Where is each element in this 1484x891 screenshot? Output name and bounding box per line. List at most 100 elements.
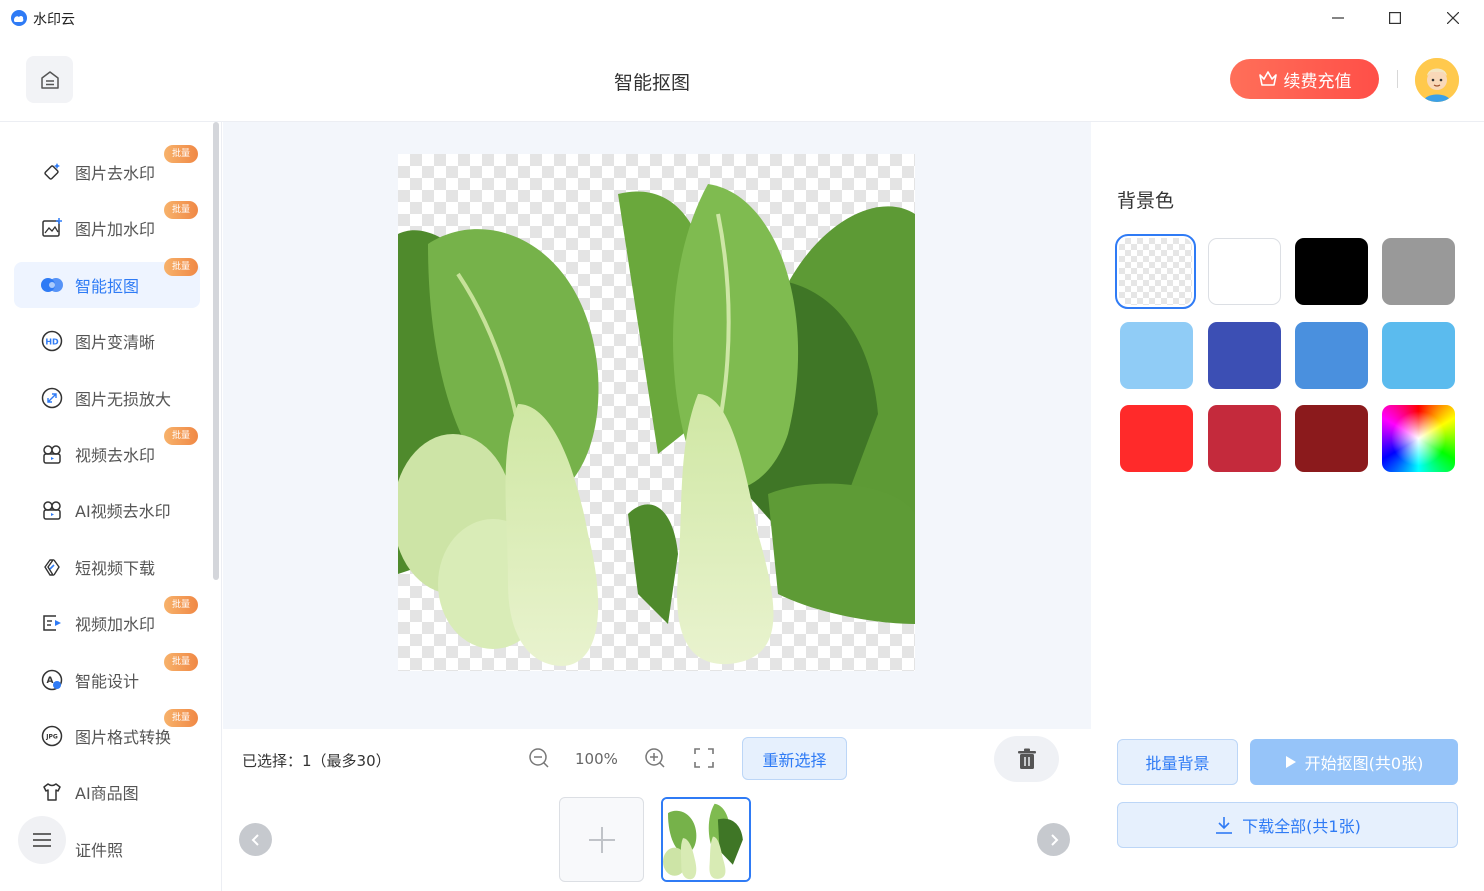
- shirt-icon: [40, 780, 64, 804]
- sidebar-item-label: 视频去水印: [75, 446, 156, 465]
- sidebar-item-upscale[interactable]: 图片无损放大: [14, 375, 200, 421]
- batch-badge: 批量: [164, 427, 199, 445]
- avatar[interactable]: [1415, 58, 1459, 102]
- sidebar-item-smart-design[interactable]: A 智能设计 批量: [14, 653, 200, 703]
- image-thumbnail[interactable]: [661, 797, 751, 882]
- swatch-sky-blue[interactable]: [1382, 322, 1455, 389]
- preview-canvas: [223, 122, 1091, 729]
- swatch-indigo[interactable]: [1208, 322, 1281, 389]
- next-image-button[interactable]: [1037, 823, 1070, 856]
- minimize-icon: [1332, 17, 1344, 19]
- sidebar-item-short-video-download[interactable]: 短视频下载: [14, 544, 200, 590]
- title-bar: 水印云: [0, 0, 1484, 36]
- image-add-icon: [40, 216, 64, 240]
- swatch-blue[interactable]: [1295, 322, 1368, 389]
- video-eraser-icon: [40, 442, 64, 466]
- eraser-icon: [40, 160, 64, 184]
- svg-text:A: A: [47, 676, 54, 686]
- collapse-menu-button[interactable]: [18, 816, 66, 864]
- sidebar-item-label: 图片加水印: [75, 220, 156, 239]
- recharge-label: 续费充值: [1283, 71, 1352, 92]
- batch-badge: 批量: [164, 145, 199, 163]
- swatch-white[interactable]: [1208, 238, 1281, 305]
- sidebar-item-label: 智能设计: [75, 672, 140, 691]
- thumbnail-image: [663, 799, 749, 880]
- hd-icon: HD: [40, 329, 64, 353]
- start-cutout-button[interactable]: 开始抠图(共0张): [1250, 739, 1458, 785]
- swatch-gray[interactable]: [1382, 238, 1455, 305]
- fullscreen-icon: [694, 748, 714, 768]
- reselect-button[interactable]: 重新选择: [742, 737, 847, 780]
- sidebar-item-label: 图片格式转换: [75, 728, 172, 747]
- delete-button[interactable]: [994, 736, 1059, 782]
- avatar-image: [1415, 58, 1459, 102]
- batch-background-button[interactable]: 批量背景: [1117, 739, 1238, 785]
- sidebar-item-format-convert[interactable]: JPG 图片格式转换 批量: [14, 709, 200, 759]
- swatch-dark-red[interactable]: [1295, 405, 1368, 472]
- swatch-transparent[interactable]: [1115, 234, 1196, 309]
- zoom-out-button[interactable]: [526, 745, 552, 771]
- prev-image-button[interactable]: [239, 823, 272, 856]
- sidebar-item-add-watermark[interactable]: 图片加水印 批量: [14, 201, 200, 251]
- chevron-right-icon: [1050, 833, 1058, 846]
- zoom-in-button[interactable]: [642, 745, 668, 771]
- sidebar-item-label: 图片无损放大: [75, 390, 172, 409]
- sidebar-item-label: AI视频去水印: [75, 502, 171, 521]
- minimize-button[interactable]: [1309, 0, 1367, 36]
- cutout-icon: [40, 273, 64, 297]
- maximize-icon: [1389, 12, 1401, 24]
- download-all-button[interactable]: 下载全部(共1张): [1117, 802, 1458, 848]
- zoom-level: 100%: [575, 750, 618, 768]
- sidebar-item-ai-video-remove-watermark[interactable]: AI视频去水印: [14, 487, 200, 533]
- sidebar-item-remove-watermark[interactable]: 图片去水印 批量: [14, 145, 200, 195]
- batch-badge: 批量: [164, 653, 199, 671]
- sidebar-item-label: 智能抠图: [75, 277, 140, 296]
- start-cutout-label: 开始抠图(共0张): [1304, 754, 1424, 773]
- zoom-out-icon: [529, 748, 549, 768]
- swatch-red[interactable]: [1120, 405, 1193, 472]
- crown-icon: [1258, 71, 1277, 86]
- design-icon: A: [40, 668, 64, 692]
- sidebar-item-smart-cutout[interactable]: 智能抠图 批量: [14, 258, 200, 308]
- app-logo-icon: [11, 10, 27, 26]
- sidebar-item-label: 图片去水印: [75, 164, 156, 183]
- background-color-title: 背景色: [1117, 190, 1175, 212]
- svg-text:JPG: JPG: [45, 734, 58, 741]
- home-icon: [40, 70, 59, 89]
- home-button[interactable]: [26, 56, 73, 103]
- sidebar-item-label: 图片变清晰: [75, 333, 156, 352]
- recharge-button[interactable]: 续费充值: [1230, 59, 1379, 99]
- selection-count: 已选择：1（最多30）: [242, 752, 391, 770]
- sidebar-scrollbar[interactable]: [213, 122, 219, 580]
- app-title: 水印云: [33, 12, 75, 28]
- editor-toolbar: 已选择：1（最多30） 100% 重新选择: [223, 729, 1091, 891]
- batch-badge: 批量: [164, 258, 199, 276]
- sidebar-item-label: 证件照: [75, 841, 124, 860]
- close-button[interactable]: [1424, 0, 1482, 36]
- sidebar-item-video-remove-watermark[interactable]: 视频去水印 批量: [14, 427, 200, 477]
- bok-choy-image: [393, 184, 915, 666]
- link-icon: [40, 555, 64, 579]
- sidebar: 图片去水印 批量 图片加水印 批量 智能抠图 批量 HD 图片变清晰 图片无损放…: [0, 122, 222, 891]
- sidebar-item-enhance[interactable]: HD 图片变清晰: [14, 318, 200, 364]
- swatch-black[interactable]: [1295, 238, 1368, 305]
- play-icon: [1285, 756, 1296, 768]
- cutout-preview-image[interactable]: [393, 154, 915, 671]
- plus-icon: [588, 826, 615, 853]
- swatch-light-blue[interactable]: [1120, 322, 1193, 389]
- add-image-button[interactable]: [559, 797, 644, 882]
- maximize-button[interactable]: [1366, 0, 1424, 36]
- video-add-icon: [40, 611, 64, 635]
- close-icon: [1447, 12, 1459, 24]
- page-title: 智能抠图: [613, 72, 690, 94]
- swatch-crimson[interactable]: [1208, 405, 1281, 472]
- download-all-label: 下载全部(共1张): [1242, 817, 1361, 836]
- background-panel: 背景色 批量背景 开始抠图(共0张) 下载全部(共1张): [1092, 122, 1484, 891]
- trash-icon: [1017, 748, 1036, 769]
- fit-screen-button[interactable]: [691, 745, 717, 771]
- batch-badge: 批量: [164, 596, 199, 614]
- color-picker-swatch[interactable]: [1382, 405, 1455, 472]
- jpg-icon: JPG: [40, 724, 64, 748]
- sidebar-item-video-add-watermark[interactable]: 视频加水印 批量: [14, 596, 200, 646]
- sidebar-item-ai-product-image[interactable]: AI商品图: [14, 769, 200, 815]
